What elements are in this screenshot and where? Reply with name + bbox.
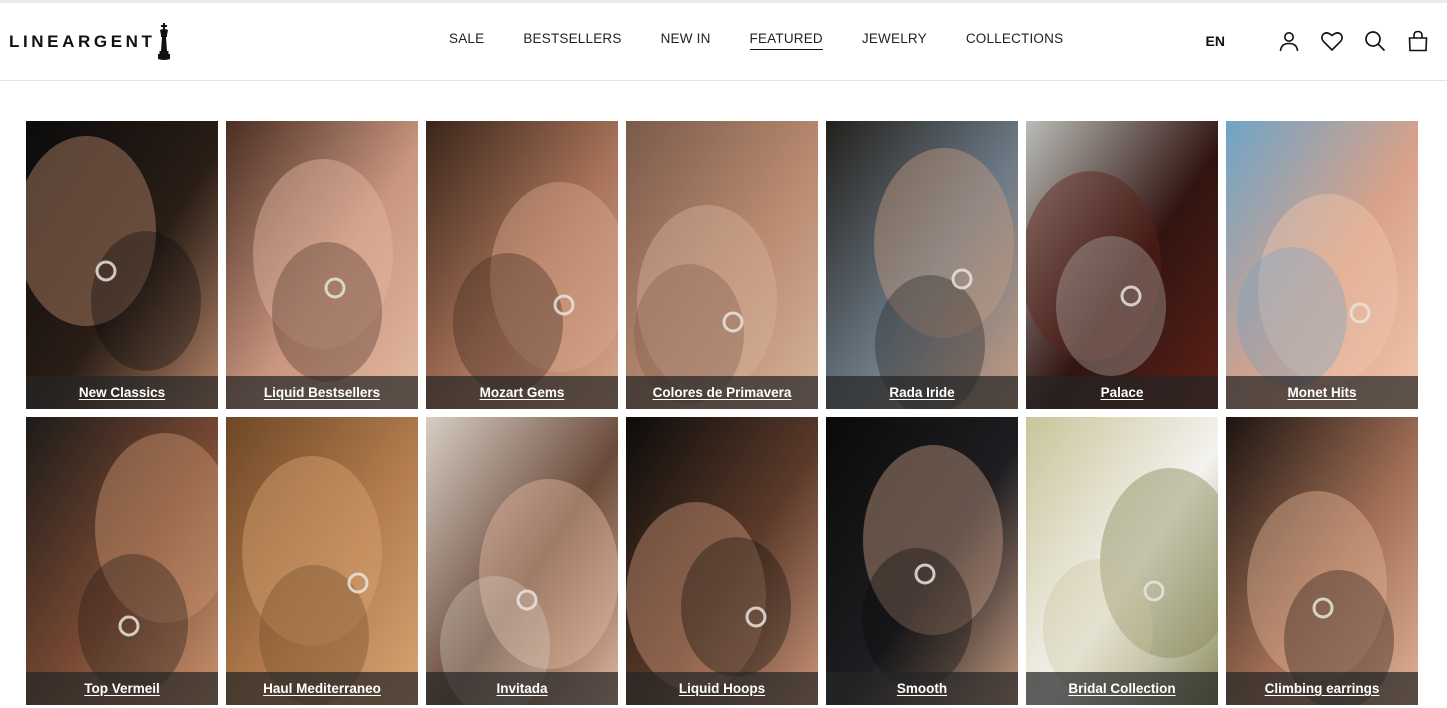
header-actions: EN	[1206, 29, 1430, 53]
collection-label-bar: Liquid Hoops	[626, 672, 818, 705]
collection-label-bar: Smooth	[826, 672, 1018, 705]
collection-tile[interactable]: Rada Iride	[826, 121, 1018, 409]
collection-photo	[26, 417, 218, 705]
collection-photo	[626, 417, 818, 705]
collection-tile[interactable]: Palace	[1026, 121, 1218, 409]
nav-item-collections[interactable]: COLLECTIONS	[966, 31, 1063, 50]
nav-item-sale[interactable]: SALE	[449, 31, 484, 50]
brand-name: LINEARGENT	[9, 32, 156, 51]
collection-photo	[626, 121, 818, 409]
collection-photo	[226, 121, 418, 409]
collection-tile[interactable]: Invitada	[426, 417, 618, 705]
collection-label-bar: Invitada	[426, 672, 618, 705]
collection-link[interactable]: Top Vermeil	[84, 681, 160, 696]
collection-photo	[226, 417, 418, 705]
collection-photo	[426, 121, 618, 409]
collection-tile[interactable]: Top Vermeil	[26, 417, 218, 705]
collection-photo	[1026, 417, 1218, 705]
nav-item-featured[interactable]: FEATURED	[749, 31, 823, 50]
wishlist-heart-icon[interactable]	[1320, 29, 1344, 53]
language-selector[interactable]: EN	[1206, 33, 1225, 49]
main-nav: SALE BESTSELLERS NEW IN FEATURED JEWELRY COLL…	[449, 31, 1102, 50]
account-icon[interactable]	[1277, 29, 1301, 53]
site-header: LINEARGENT SALE BESTSELLERS NEW IN FEATURED…	[0, 3, 1447, 81]
collection-label-bar: Palace	[1026, 376, 1218, 409]
brand-logo[interactable]: LINEARGENT	[9, 23, 171, 61]
collection-label-bar: Monet Hits	[1226, 376, 1418, 409]
search-icon[interactable]	[1363, 29, 1387, 53]
collection-tile[interactable]: Bridal Collection	[1026, 417, 1218, 705]
collection-link[interactable]: New Classics	[79, 385, 165, 400]
collection-link[interactable]: Climbing earrings	[1265, 681, 1380, 696]
collection-photo	[826, 121, 1018, 409]
collection-photo	[426, 417, 618, 705]
chess-king-logo-icon	[157, 23, 171, 61]
collection-label-bar: Bridal Collection	[1026, 672, 1218, 705]
collection-label-bar: Rada Iride	[826, 376, 1018, 409]
collection-photo	[826, 417, 1018, 705]
collection-label-bar: Liquid Bestsellers	[226, 376, 418, 409]
collection-photo	[1226, 121, 1418, 409]
collection-link[interactable]: Rada Iride	[889, 385, 954, 400]
collection-link[interactable]: Palace	[1101, 385, 1144, 400]
collection-tile[interactable]: Liquid Hoops	[626, 417, 818, 705]
collection-link[interactable]: Monet Hits	[1288, 385, 1357, 400]
nav-item-bestsellers[interactable]: BESTSELLERS	[523, 31, 621, 50]
collection-tile[interactable]: Smooth	[826, 417, 1018, 705]
collection-tile[interactable]: Mozart Gems	[426, 121, 618, 409]
collection-tile[interactable]: New Classics	[26, 121, 218, 409]
collection-label-bar: Colores de Primavera	[626, 376, 818, 409]
nav-item-new-in[interactable]: NEW IN	[661, 31, 711, 50]
collection-link[interactable]: Invitada	[496, 681, 547, 696]
collection-label-bar: Climbing earrings	[1226, 672, 1418, 705]
collection-label-bar: Top Vermeil	[26, 672, 218, 705]
collection-tile[interactable]: Haul Mediterraneo	[226, 417, 418, 705]
collection-label-bar: Mozart Gems	[426, 376, 618, 409]
collection-tile[interactable]: Liquid Bestsellers	[226, 121, 418, 409]
collection-tile[interactable]: Colores de Primavera	[626, 121, 818, 409]
collection-link[interactable]: Liquid Hoops	[679, 681, 765, 696]
cart-bag-icon[interactable]	[1406, 29, 1430, 53]
collection-link[interactable]: Liquid Bestsellers	[264, 385, 380, 400]
nav-item-jewelry[interactable]: JEWELRY	[862, 31, 927, 50]
collection-photo	[1026, 121, 1218, 409]
collection-link[interactable]: Colores de Primavera	[653, 385, 792, 400]
collection-link[interactable]: Haul Mediterraneo	[263, 681, 381, 696]
collection-tile[interactable]: Monet Hits	[1226, 121, 1418, 409]
collection-photo	[26, 121, 218, 409]
collection-link[interactable]: Smooth	[897, 681, 947, 696]
collection-link[interactable]: Bridal Collection	[1068, 681, 1175, 696]
collection-tile[interactable]: Climbing earrings	[1226, 417, 1418, 705]
collections-grid: New Classics Liquid Bestsellers Mozart Gem…	[26, 121, 1418, 705]
collection-label-bar: New Classics	[26, 376, 218, 409]
collection-photo	[1226, 417, 1418, 705]
collection-label-bar: Haul Mediterraneo	[226, 672, 418, 705]
collection-link[interactable]: Mozart Gems	[480, 385, 565, 400]
